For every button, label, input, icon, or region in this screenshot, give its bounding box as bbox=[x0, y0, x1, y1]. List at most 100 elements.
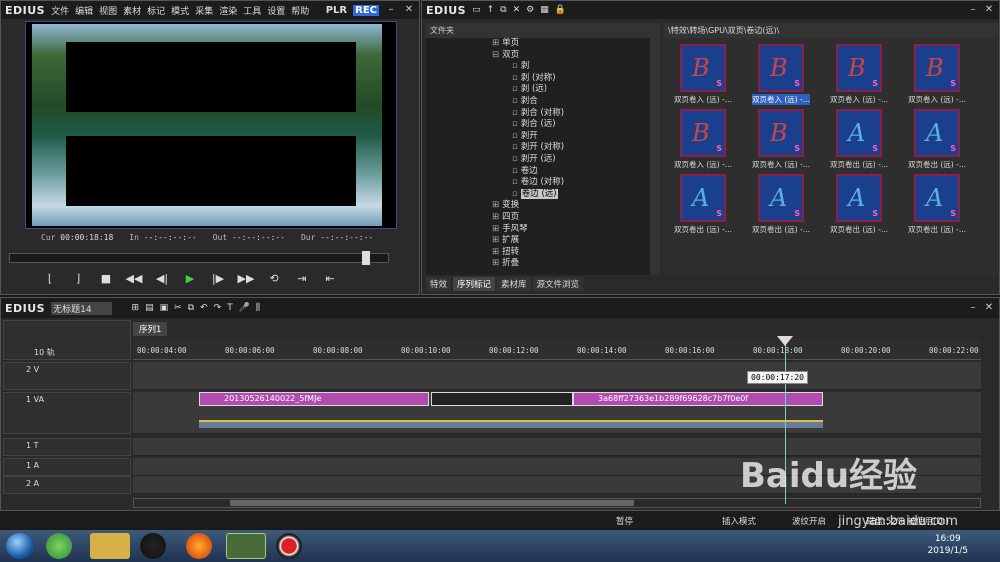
save-icon[interactable]: ▣ bbox=[160, 303, 169, 313]
tree-item[interactable]: ▫ 剥开 bbox=[426, 131, 652, 143]
recorder-icon[interactable] bbox=[276, 533, 302, 559]
tree-item[interactable]: ▫ 剥开 (远) bbox=[426, 154, 652, 166]
effect-thumbnail[interactable]: A S 双页卷出 (远) -... bbox=[820, 174, 898, 235]
overwrite-to-timeline-icon[interactable]: ⇤ bbox=[321, 271, 339, 287]
tree-item[interactable]: ▫ 卷边 (对称) bbox=[426, 177, 652, 189]
step-forward-icon[interactable]: |▶ bbox=[209, 271, 227, 287]
track-count[interactable]: 10 轨 bbox=[34, 347, 55, 358]
mic-icon[interactable]: 🎤 bbox=[239, 303, 250, 313]
track-head-1va[interactable]: 1 VA bbox=[3, 392, 131, 434]
menu-edit[interactable]: 编辑 bbox=[75, 4, 93, 17]
video-clip-1[interactable]: 20130526140022_5fMJe bbox=[199, 392, 429, 406]
menu-render[interactable]: 渲染 bbox=[219, 4, 237, 17]
set-in-icon[interactable]: ⌊ bbox=[41, 271, 59, 287]
qq-icon[interactable] bbox=[140, 533, 166, 559]
menu-file[interactable]: 文件 bbox=[51, 4, 69, 17]
menu-tools[interactable]: 工具 bbox=[243, 4, 261, 17]
track-lane-2v[interactable] bbox=[133, 362, 981, 390]
sequence-tab[interactable]: 序列1 bbox=[133, 322, 168, 336]
expand-toggle-icon[interactable]: ⊞ bbox=[492, 258, 499, 268]
menu-help[interactable]: 帮助 bbox=[291, 4, 309, 17]
tab-source-browser[interactable]: 源文件浏览 bbox=[532, 277, 584, 291]
effect-thumbnail[interactable]: B S 双页卷入 (远) -... bbox=[664, 44, 742, 105]
tree-item[interactable]: ▫ 剥 (远) bbox=[426, 84, 652, 96]
timeline-cursor-head[interactable] bbox=[777, 336, 793, 346]
play-icon[interactable]: ▶ bbox=[181, 271, 199, 287]
rec-mode[interactable]: REC bbox=[353, 4, 379, 16]
track-head-1t[interactable]: 1 T bbox=[3, 438, 131, 456]
start-button-icon[interactable] bbox=[6, 533, 34, 559]
tab-effects[interactable]: 特效 bbox=[426, 277, 452, 291]
tree-item[interactable]: ⊞ 变换 bbox=[426, 200, 652, 212]
plr-mode[interactable]: PLR bbox=[326, 5, 347, 16]
minimize-icon[interactable]: – bbox=[385, 4, 397, 16]
tree-item[interactable]: ▫ 卷边 (远) bbox=[426, 188, 652, 201]
effect-thumbnail[interactable]: A S 双页卷出 (远) -... bbox=[898, 109, 976, 170]
tree-item[interactable]: ▫ 剥 bbox=[426, 61, 652, 73]
track-lane-1va[interactable]: 20130526140022_5fMJe 3a68ff27363e1b289f6… bbox=[133, 392, 981, 434]
tree-item[interactable]: ⊞ 单页 bbox=[426, 38, 652, 50]
project-name[interactable]: 无标题14 bbox=[51, 301, 112, 315]
effect-thumbnail[interactable]: B S 双页卷入 (远) -... bbox=[742, 109, 820, 170]
track-head-2v[interactable]: 2 V bbox=[3, 362, 131, 390]
open-icon[interactable]: ▤ bbox=[145, 303, 154, 313]
effect-thumbnail[interactable]: B S 双页卷入 (远) -... bbox=[898, 44, 976, 105]
track-head-1a[interactable]: 1 A bbox=[3, 458, 131, 476]
properties-icon[interactable]: ⚙ bbox=[526, 5, 534, 15]
cut-icon[interactable]: ✂ bbox=[174, 303, 182, 313]
new-sequence-icon[interactable]: ⊞ bbox=[132, 303, 140, 313]
menu-settings[interactable]: 设置 bbox=[267, 4, 285, 17]
taskbar-app-green-icon[interactable] bbox=[46, 533, 72, 559]
rewind-icon[interactable]: ◀◀ bbox=[125, 271, 143, 287]
timeline-close-icon[interactable]: ✕ bbox=[983, 302, 995, 314]
file-explorer-icon[interactable] bbox=[90, 533, 130, 559]
tree-item[interactable]: ⊞ 扭转 bbox=[426, 247, 652, 259]
delete-icon[interactable]: ✕ bbox=[513, 5, 521, 15]
transition-clip[interactable] bbox=[431, 392, 573, 406]
step-back-icon[interactable]: ◀| bbox=[153, 271, 171, 287]
tree-item[interactable]: ▫ 剥 (对称) bbox=[426, 73, 652, 85]
effect-thumbnail[interactable]: A S 双页卷出 (远) -... bbox=[898, 174, 976, 235]
tree-scrollbar[interactable] bbox=[650, 23, 660, 275]
timeline-scrollbar[interactable] bbox=[133, 498, 981, 508]
effect-thumbnail[interactable]: B S 双页卷入 (远) -... bbox=[664, 109, 742, 170]
close-icon[interactable]: ✕ bbox=[403, 4, 415, 16]
folder-icon[interactable]: ▭ bbox=[472, 5, 481, 15]
bin-close-icon[interactable]: ✕ bbox=[983, 4, 995, 16]
tab-clip-library[interactable]: 素材库 bbox=[497, 277, 531, 291]
expand-toggle-icon[interactable]: ⊞ bbox=[492, 247, 499, 257]
status-ripple[interactable]: 波纹开启 bbox=[792, 515, 826, 527]
tree-item[interactable]: ⊞ 扩展 bbox=[426, 235, 652, 247]
tree-item[interactable]: ▫ 剥开 (对称) bbox=[426, 142, 652, 154]
effect-thumbnail[interactable]: B S 双页卷入 (远) -... bbox=[742, 44, 820, 105]
timeline-minimize-icon[interactable]: – bbox=[967, 302, 979, 314]
status-insert-mode[interactable]: 插入模式 bbox=[722, 515, 756, 527]
expand-toggle-icon[interactable]: ⊞ bbox=[492, 235, 499, 245]
undo-icon[interactable]: ↶ bbox=[200, 303, 208, 313]
add-clip-icon[interactable]: ⧉ bbox=[500, 5, 506, 15]
expand-toggle-icon[interactable]: ⊞ bbox=[492, 38, 499, 48]
tree-item[interactable]: ▫ 剥合 (远) bbox=[426, 119, 652, 131]
expand-toggle-icon[interactable]: ⊟ bbox=[492, 50, 499, 60]
menu-mode[interactable]: 模式 bbox=[171, 4, 189, 17]
tree-item[interactable]: ⊟ 双页 bbox=[426, 50, 652, 62]
menu-view[interactable]: 视图 bbox=[99, 4, 117, 17]
audio-waveform-bar[interactable] bbox=[199, 420, 823, 428]
expand-toggle-icon[interactable]: ⊞ bbox=[492, 212, 499, 222]
effect-thumbnail[interactable]: A S 双页卷出 (远) -... bbox=[664, 174, 742, 235]
system-clock[interactable]: 16:09 2019/1/5 bbox=[928, 533, 968, 557]
effect-thumbnail[interactable]: A S 双页卷出 (远) -... bbox=[820, 109, 898, 170]
mixer-icon[interactable]: ⫼ bbox=[256, 303, 260, 313]
menu-capture[interactable]: 采集 bbox=[195, 4, 213, 17]
expand-toggle-icon[interactable]: ⊞ bbox=[492, 224, 499, 234]
insert-to-timeline-icon[interactable]: ⇥ bbox=[293, 271, 311, 287]
stop-icon[interactable]: ■ bbox=[97, 271, 115, 287]
player-scrubber[interactable] bbox=[9, 251, 389, 265]
time-ruler[interactable]: 00:00:04:00 00:00:06:00 00:00:08:00 00:00:1… bbox=[133, 338, 981, 360]
timeline-scroll-thumb[interactable] bbox=[230, 500, 634, 506]
expand-toggle-icon[interactable]: ⊞ bbox=[492, 200, 499, 210]
effect-thumbnail[interactable]: B S 双页卷入 (远) -... bbox=[820, 44, 898, 105]
tree-item[interactable]: ▫ 卷边 bbox=[426, 166, 652, 178]
tree-item[interactable]: ⊞ 折叠 bbox=[426, 258, 652, 270]
edius-taskbar-icon[interactable] bbox=[226, 533, 266, 559]
